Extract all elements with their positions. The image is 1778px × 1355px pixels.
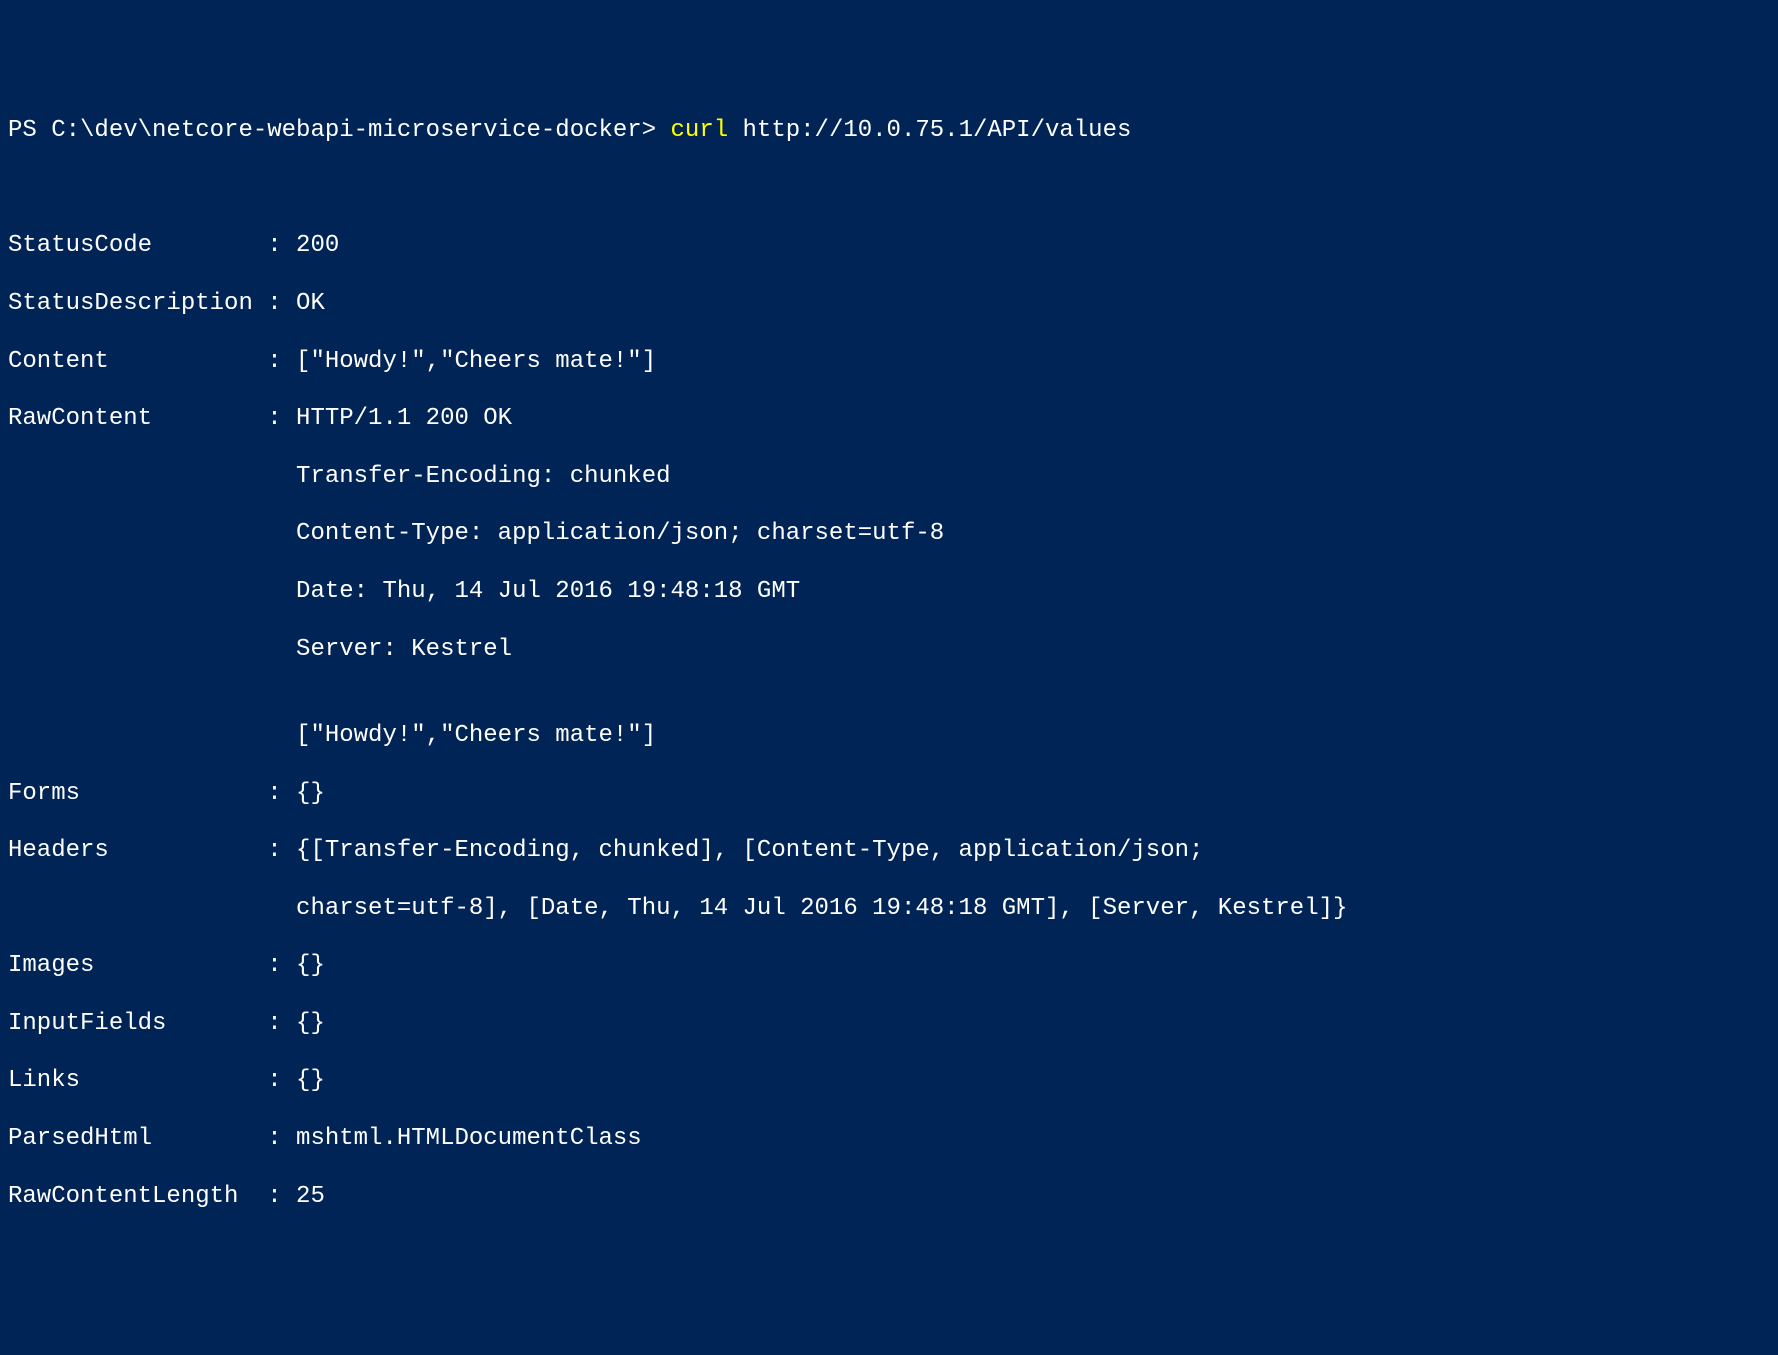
command-prompt-line[interactable]: PS C:\dev\netcore-webapi-microservice-do… — [8, 117, 1770, 146]
headers-line-1: Headers : {[Transfer-Encoding, chunked],… — [8, 837, 1770, 866]
raw-content-line-4: Date: Thu, 14 Jul 2016 19:48:18 GMT — [8, 578, 1770, 607]
raw-content-line-1: RawContent : HTTP/1.1 200 OK — [8, 405, 1770, 434]
prompt-path: PS C:\dev\netcore-webapi-microservice-do… — [8, 117, 671, 144]
status-description-line: StatusDescription : OK — [8, 290, 1770, 319]
headers-line-2: charset=utf-8], [Date, Thu, 14 Jul 2016 … — [8, 895, 1770, 924]
status-code-line: StatusCode : 200 — [8, 232, 1770, 261]
raw-content-line-7: ["Howdy!","Cheers mate!"] — [8, 722, 1770, 751]
content-line: Content : ["Howdy!","Cheers mate!"] — [8, 348, 1770, 377]
images-line: Images : {} — [8, 952, 1770, 981]
raw-content-line-2: Transfer-Encoding: chunked — [8, 463, 1770, 492]
command-argument: http://10.0.75.1/API/values — [728, 117, 1131, 144]
raw-content-length-line: RawContentLength : 25 — [8, 1183, 1770, 1212]
input-fields-line: InputFields : {} — [8, 1010, 1770, 1039]
parsed-html-line: ParsedHtml : mshtml.HTMLDocumentClass — [8, 1125, 1770, 1154]
links-line: Links : {} — [8, 1067, 1770, 1096]
command-name: curl — [671, 117, 729, 144]
raw-content-line-3: Content-Type: application/json; charset=… — [8, 520, 1770, 549]
raw-content-line-5: Server: Kestrel — [8, 636, 1770, 665]
forms-line: Forms : {} — [8, 780, 1770, 809]
